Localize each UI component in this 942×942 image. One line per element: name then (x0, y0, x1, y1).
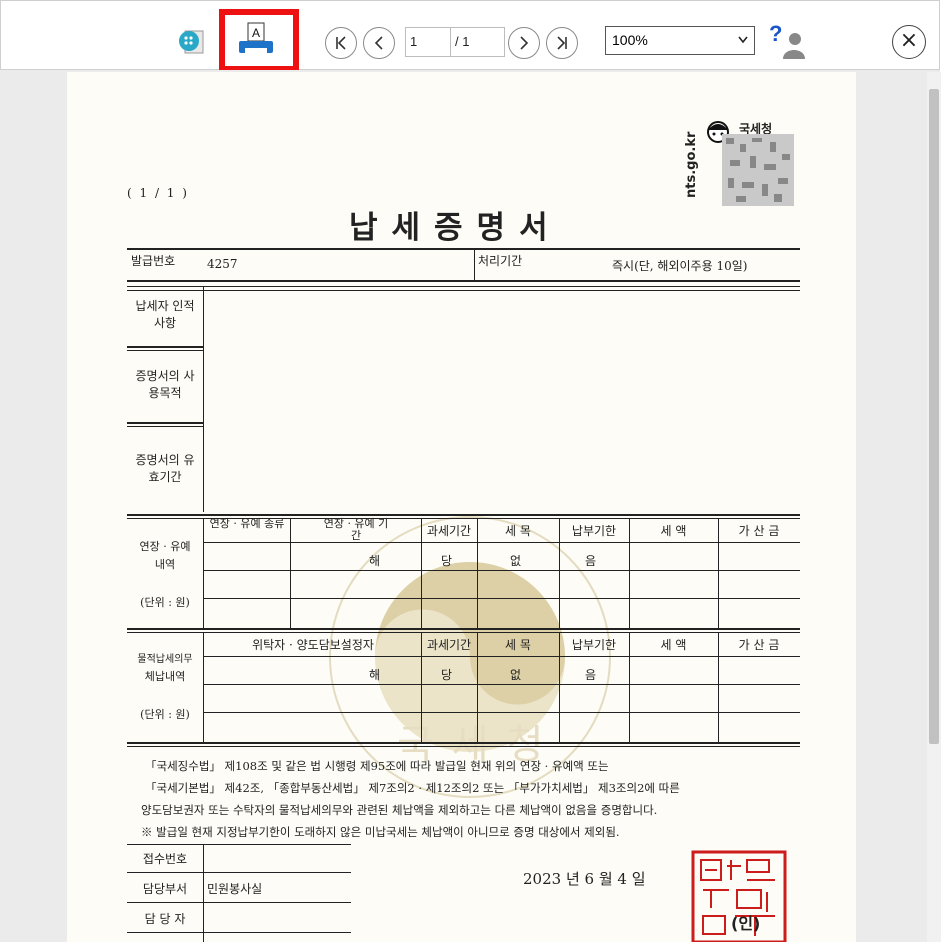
none-char-1: 해 (369, 554, 381, 568)
person-icon (783, 33, 805, 59)
none-char-3: 없 (510, 554, 522, 568)
col-penalty: 가 산 금 (738, 524, 780, 538)
col2-due-date: 납부기한 (571, 638, 617, 652)
section2-unit: (단위 : 원) (140, 708, 190, 721)
last-page-button[interactable] (546, 27, 578, 59)
page-number-input[interactable]: 1 (405, 27, 451, 57)
none-char-4: 음 (585, 554, 597, 568)
none2-char-2: 당 (441, 668, 453, 682)
statement-note: ※ 발급일 현재 지정납부기한이 도래하지 않은 미납국세는 체납액이 아니므로… (141, 825, 620, 839)
viewer-toolbar: A 1 / 1 100% ? × (0, 0, 940, 72)
section1-label: 연장 · 유예 (139, 540, 191, 553)
statement-line-2: 「국세기본법」 제42조, 「종합부동산세법」 제7조의2 · 제12조의2 또… (145, 781, 680, 795)
col-deferral-period: 연장 · 유예 기 간 (323, 517, 389, 542)
taxpayer-label: 납세자 인적사항 (135, 299, 195, 330)
col-deferral-type: 연장 · 유예 종류 (209, 517, 285, 530)
last-page-icon (557, 36, 567, 50)
first-page-icon (336, 36, 346, 50)
scrollbar-thumb[interactable] (929, 89, 939, 744)
zoom-value: 100% (612, 32, 648, 48)
certificate-page: 국세청 ( 1 / 1 ) 국세청 nts.go.kr 납세증명서 발급번호 4… (67, 72, 856, 942)
section2-label-2: 체납내역 (144, 670, 186, 683)
issue-date: 2023 년 6 월 4 일 (523, 870, 646, 888)
section1-label-2: 내역 (154, 558, 176, 571)
none2-char-1: 해 (369, 668, 381, 682)
col2-penalty: 가 산 금 (738, 638, 780, 652)
chevron-down-icon (738, 36, 748, 44)
zoom-select[interactable]: 100% (605, 26, 755, 55)
next-page-button[interactable] (508, 27, 540, 59)
col-due-date: 납부기한 (571, 524, 617, 538)
receipt-no-label: 접수번호 (142, 852, 188, 866)
col2-tax-item: 세 목 (505, 638, 531, 652)
close-button[interactable]: × (892, 25, 926, 59)
page-indicator: ( 1 / 1 ) (127, 186, 189, 200)
section1-unit: (단위 : 원) (140, 596, 190, 609)
col-trustee: 위탁자 · 양도담보설정자 (252, 638, 374, 652)
col2-tax-amount: 세 액 (660, 638, 687, 652)
seal-mark: (인) (731, 914, 761, 933)
help-button[interactable]: ? (769, 21, 807, 61)
dept-value: 민원봉사실 (207, 882, 263, 896)
print-highlight-box (219, 9, 299, 72)
processing-label: 처리기간 (478, 254, 523, 268)
statement-line-3: 양도담보권자 또는 수탁자의 물적납세의무와 관련된 체납액을 제외하고는 다른… (141, 803, 658, 817)
section2-label: 물적납세의무 (137, 654, 193, 665)
issue-no-value: 4257 (207, 257, 238, 271)
prev-page-button[interactable] (363, 27, 395, 59)
close-icon: × (899, 28, 919, 53)
chevron-left-icon (374, 36, 383, 50)
dept-label: 담당부서 (142, 882, 188, 896)
statement-line-1: 「국세징수법」 제108조 및 같은 법 시행령 제95조에 따라 발급일 현재… (145, 759, 609, 773)
chevron-right-icon (520, 36, 529, 50)
document-title: 납세증명서 (349, 210, 562, 246)
save-disk-icon[interactable] (177, 27, 207, 57)
none-char-2: 당 (441, 554, 453, 568)
none2-char-4: 음 (585, 668, 597, 682)
purpose-label: 증명서의 사용목적 (135, 369, 195, 400)
validity-label: 증명서의 유효기간 (135, 453, 195, 484)
staff-label: 담 당 자 (144, 912, 186, 926)
vertical-scrollbar[interactable] (927, 72, 941, 942)
qr-code-icon (722, 134, 794, 206)
col2-tax-period: 과세기간 (426, 638, 472, 652)
page-total: / 1 (451, 27, 505, 57)
col-tax-period: 과세기간 (426, 524, 472, 538)
issue-no-label: 발급번호 (131, 254, 176, 268)
none2-char-3: 없 (510, 668, 522, 682)
first-page-button[interactable] (325, 27, 357, 59)
col-tax-item: 세 목 (505, 524, 531, 538)
col-tax-amount: 세 액 (660, 524, 687, 538)
site-url: nts.go.kr (684, 131, 699, 198)
processing-value: 즉시(단, 해외이주용 10일) (612, 259, 748, 273)
